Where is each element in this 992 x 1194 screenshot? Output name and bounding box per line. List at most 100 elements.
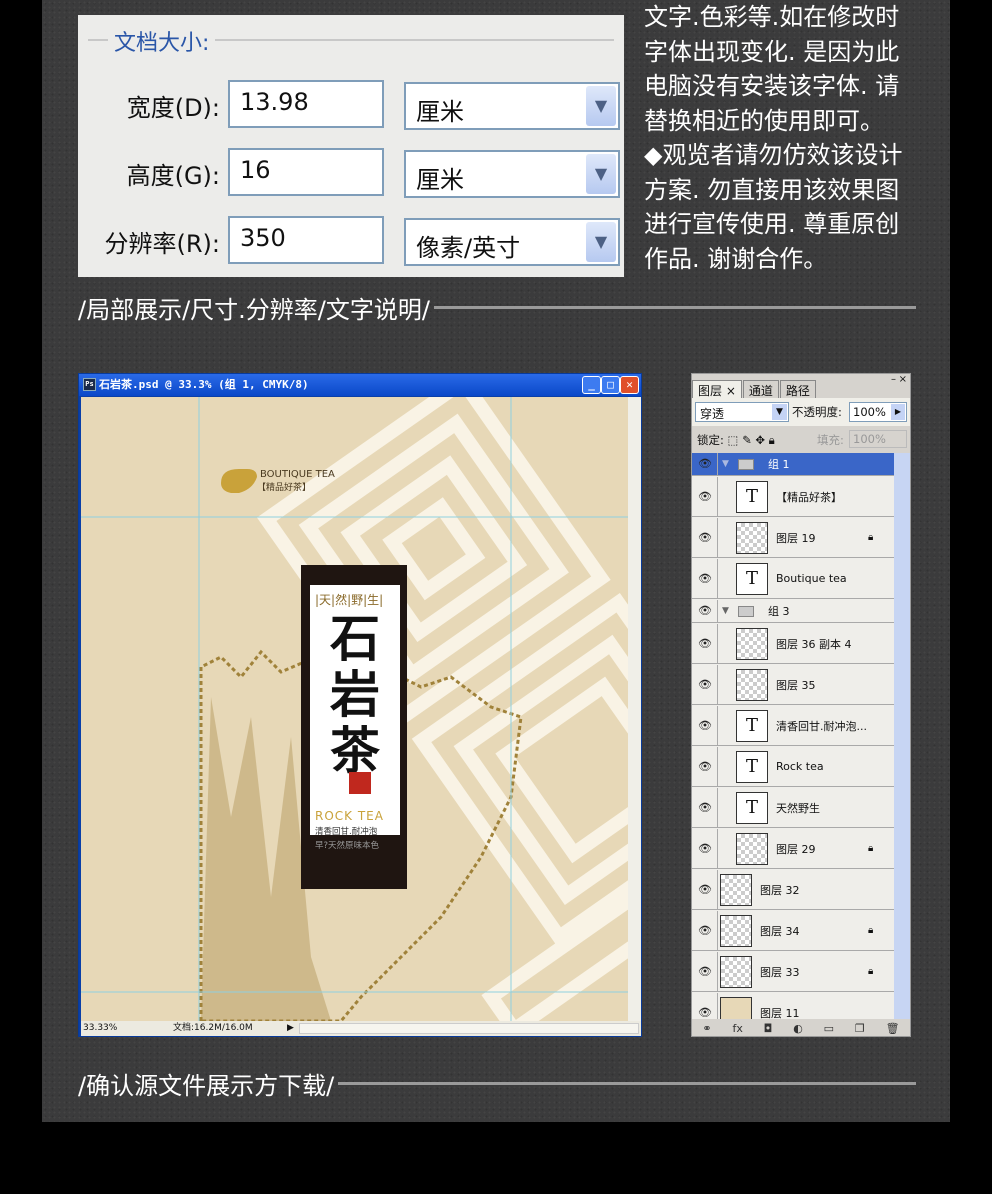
visibility-eye-icon[interactable]: 👁︎ — [695, 799, 715, 817]
text-layer-icon: T — [736, 562, 768, 595]
layer-row[interactable]: 👁︎ 图层 29 🔒︎ — [692, 829, 894, 869]
visibility-eye-icon[interactable]: 👁︎ — [695, 529, 715, 547]
layer-name: Boutique tea — [776, 572, 847, 585]
trash-icon[interactable]: 🗑︎ — [886, 1022, 900, 1035]
layer-row[interactable]: 👁︎ T 天然野生 — [692, 788, 894, 828]
fx-icon[interactable]: fx — [732, 1022, 742, 1035]
layer-row[interactable]: 👁︎ T Rock tea — [692, 747, 894, 787]
visibility-eye-icon[interactable]: 👁︎ — [695, 963, 715, 981]
visibility-eye-icon[interactable]: 👁︎ — [695, 922, 715, 940]
lock-move-icon[interactable]: ✥ — [755, 433, 765, 447]
layer-name: 图层 32 — [760, 883, 800, 897]
folder-icon[interactable]: ▭ — [824, 1022, 834, 1035]
zoom-level[interactable]: 33.33% — [83, 1021, 117, 1036]
layer-row[interactable]: 👁︎ 图层 34 🔒︎ — [692, 911, 894, 951]
visibility-eye-icon[interactable]: 👁︎ — [695, 676, 715, 694]
visibility-eye-icon[interactable]: 👁︎ — [695, 488, 715, 506]
tab-0[interactable]: 图层 × — [692, 380, 742, 398]
tab-2[interactable]: 路径 — [779, 380, 816, 398]
text-layer-icon: T — [736, 480, 768, 513]
layer-row[interactable]: 👁︎ T 【精品好茶】 — [692, 477, 894, 517]
visibility-eye-icon[interactable]: 👁︎ — [695, 635, 715, 653]
layer-row[interactable]: 👁︎ 图层 11 — [692, 993, 894, 1019]
brand-cn: 【精品好茶】 — [257, 483, 312, 493]
value-input[interactable]: 350 — [228, 216, 384, 264]
visibility-eye-icon[interactable]: 👁︎ — [695, 881, 715, 899]
link-icon[interactable]: ⚭ — [702, 1022, 711, 1035]
layer-options-bar: 穿透 ▼ 不透明度: 100% ▶ — [692, 398, 910, 426]
layer-row[interactable]: 👁︎ ▼ 组 3 — [692, 600, 894, 623]
fill-input[interactable]: 100% — [849, 430, 907, 448]
layer-row[interactable]: 👁︎ T Boutique tea — [692, 559, 894, 599]
status-bar: 33.33% 文档:16.2M/16.0M ▶ — [81, 1021, 641, 1036]
folder-icon — [738, 458, 754, 470]
layer-name: 清香回甘.耐冲泡... — [776, 719, 867, 733]
unit-select[interactable]: 像素/英寸 ▼ — [404, 218, 620, 266]
layer-list-scrollbar[interactable] — [894, 453, 910, 1019]
horizontal-scrollbar[interactable] — [299, 1023, 639, 1034]
layer-row[interactable]: 👁︎ 图层 19 🔒︎ — [692, 518, 894, 558]
visibility-eye-icon[interactable]: 👁︎ — [695, 840, 715, 858]
document-canvas[interactable]: BOUTIQUE TEA 【精品好茶】 |天|然|野|生| 石岩茶 ROCK T… — [81, 397, 628, 1021]
field-row: 宽度(D): 13.98 厘米 ▼ — [78, 80, 624, 130]
visibility-eye-icon[interactable]: 👁︎ — [695, 602, 715, 620]
layer-thumbnail — [720, 955, 752, 988]
unit-select[interactable]: 厘米 ▼ — [404, 82, 620, 130]
close-icon[interactable]: × — [899, 374, 907, 385]
tag-text: |天|然|野|生| — [315, 593, 384, 607]
layer-row[interactable]: 👁︎ 图层 36 副本 4 — [692, 624, 894, 664]
close-button[interactable]: ✕ — [620, 376, 639, 394]
visibility-eye-icon[interactable]: 👁︎ — [695, 758, 715, 776]
tab-1[interactable]: 通道 — [742, 380, 779, 398]
minimize-icon[interactable]: – — [891, 374, 896, 385]
text-layer-icon: T — [736, 750, 768, 783]
field-row: 高度(G): 16 厘米 ▼ — [78, 148, 624, 198]
opacity-input[interactable]: 100% ▶ — [849, 402, 907, 422]
layer-name: 图层 36 副本 4 — [776, 637, 852, 651]
visibility-eye-icon[interactable]: 👁︎ — [695, 1004, 715, 1020]
visibility-eye-icon[interactable]: 👁︎ — [695, 455, 715, 473]
lock-icon: 🔒︎ — [868, 532, 874, 543]
visibility-eye-icon[interactable]: 👁︎ — [695, 717, 715, 735]
layer-row[interactable]: 👁︎ 图层 33 🔒︎ — [692, 952, 894, 992]
adjustment-icon[interactable]: ◐ — [793, 1022, 803, 1035]
lock-all-icon[interactable]: 🔒︎ — [769, 433, 775, 447]
layer-row[interactable]: 👁︎ ▼ 组 1 — [692, 453, 894, 476]
status-menu-arrow-icon[interactable]: ▶ — [287, 1021, 294, 1036]
mask-icon[interactable]: ◘ — [764, 1022, 773, 1035]
layer-name: 【精品好茶】 — [776, 490, 842, 504]
vertical-scrollbar[interactable] — [628, 397, 641, 1021]
field-label: 分辨率(R): — [104, 230, 221, 258]
layer-row[interactable]: 👁︎ 图层 35 — [692, 665, 894, 705]
minimize-button[interactable]: _ — [582, 376, 601, 394]
maximize-button[interactable]: □ — [601, 376, 620, 394]
layer-name: 组 1 — [768, 458, 790, 471]
caption-download: /确认源文件展示方下载/ — [78, 1066, 916, 1101]
new-layer-icon[interactable]: ❐ — [855, 1022, 865, 1035]
expand-arrow-icon[interactable]: ▼ — [722, 606, 729, 616]
visibility-eye-icon[interactable]: 👁︎ — [695, 570, 715, 588]
title-bar[interactable]: Ps 石岩茶.psd @ 33.3% (组 1, CMYK/8) _ □ ✕ — [79, 374, 641, 396]
chevron-down-icon: ▼ — [772, 404, 787, 420]
blend-mode-select[interactable]: 穿透 ▼ — [695, 402, 789, 422]
chevron-down-icon: ▼ — [586, 154, 616, 194]
layer-thumbnail — [736, 832, 768, 865]
lock-paint-icon[interactable]: ✎ — [742, 433, 752, 447]
divider — [338, 1082, 916, 1085]
value-input[interactable]: 13.98 — [228, 80, 384, 128]
opacity-label: 不透明度: — [792, 405, 842, 419]
value-input[interactable]: 16 — [228, 148, 384, 196]
seal-stamp — [349, 772, 371, 794]
field-label: 高度(G): — [126, 162, 220, 190]
layer-row[interactable]: 👁︎ 图层 32 — [692, 870, 894, 910]
layer-thumbnail — [720, 914, 752, 947]
lock-transparency-icon[interactable]: ⬚ — [728, 433, 739, 447]
folder-icon — [738, 605, 754, 617]
expand-arrow-icon[interactable]: ▼ — [722, 459, 729, 469]
layer-thumbnail — [720, 996, 752, 1019]
slider-arrow-icon[interactable]: ▶ — [891, 404, 905, 420]
layer-row[interactable]: 👁︎ T 清香回甘.耐冲泡... — [692, 706, 894, 746]
layer-thumbnail — [736, 521, 768, 554]
note-line: 替换相近的使用即可。 — [644, 106, 884, 135]
unit-select[interactable]: 厘米 ▼ — [404, 150, 620, 198]
